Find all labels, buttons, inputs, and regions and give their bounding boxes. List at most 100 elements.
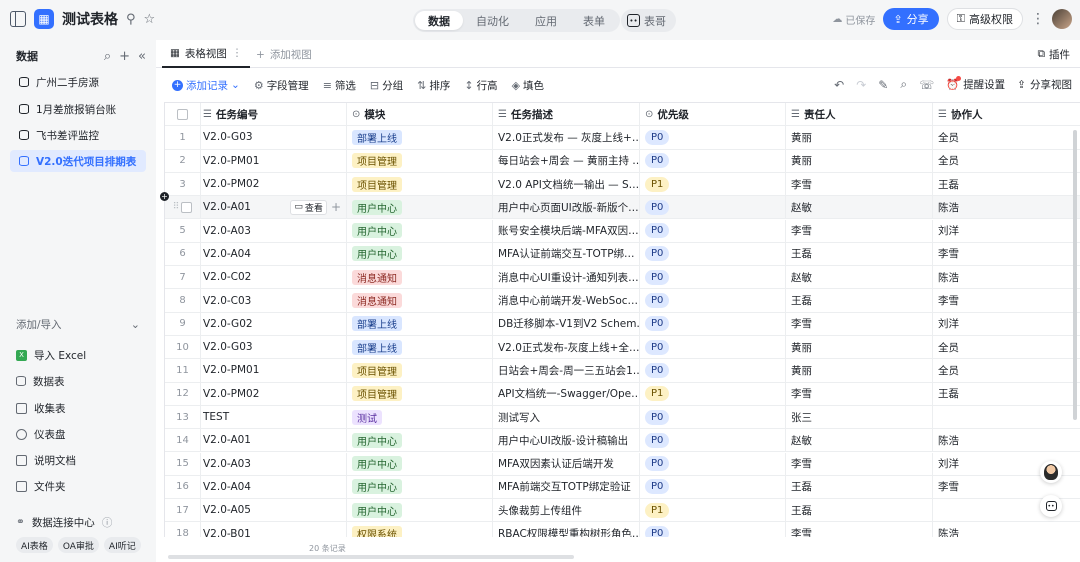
- table-row[interactable]: 11 V2.0-PM01 项目管理 日站会+周会-周一三五站会1… P0 黄丽 全员: [165, 359, 1080, 383]
- cell-collaborator[interactable]: 全员: [933, 359, 1080, 381]
- data-connector-button[interactable]: ⚭ 数据连接中心 ⓘ: [16, 512, 112, 532]
- cell-owner[interactable]: 赵敏: [786, 429, 933, 452]
- cell-collaborator[interactable]: 陈浩: [933, 429, 1080, 451]
- row-height-button[interactable]: ↕ 行高: [464, 78, 497, 93]
- row-checkbox[interactable]: [181, 201, 193, 213]
- table-row[interactable]: 3 V2.0-PM02 项目管理 V2.0 API文档统一输出 — S… P1 李雪 王磊: [165, 172, 1080, 197]
- share-view-button[interactable]: ⇪ 分享视图: [1017, 77, 1072, 92]
- horizontal-scrollbar[interactable]: [168, 555, 574, 559]
- cell-description[interactable]: MFA认证前端交互-TOTP绑…: [493, 242, 640, 266]
- table-row[interactable]: 17 V2.0-A05 用户中心 头像裁剪上传组件 P1 王磊: [165, 499, 1080, 523]
- cell-priority[interactable]: P0: [640, 452, 786, 475]
- cell-collaborator[interactable]: 陈浩: [933, 522, 1080, 537]
- fill-color-button[interactable]: ◈ 填色: [512, 78, 544, 93]
- cell-module[interactable]: 用户中心: [347, 242, 493, 266]
- cell-module[interactable]: 测试: [347, 405, 493, 429]
- cell-collaborator[interactable]: 全员: [933, 336, 1080, 358]
- add-record-button[interactable]: + 添加记录 ⌄: [172, 78, 240, 93]
- cell-module[interactable]: 用户中心: [347, 499, 493, 522]
- search-icon[interactable]: ⌕: [104, 49, 111, 64]
- plugin-button[interactable]: ⧉ 插件: [1038, 47, 1071, 62]
- cell-task-code[interactable]: V2.0-PM02: [201, 382, 347, 405]
- cell-description[interactable]: V2.0正式发布-灰度上线+全…: [493, 336, 640, 359]
- cell-task-code[interactable]: V2.0-A04: [201, 242, 347, 266]
- cell-description[interactable]: 消息中心UI重设计-通知列表…: [493, 266, 640, 289]
- cell-owner[interactable]: 李雪: [786, 219, 933, 242]
- reminder-button[interactable]: ⏰ 提醒设置: [946, 76, 1005, 92]
- row-select-cell[interactable]: ⠿: [165, 196, 201, 219]
- cell-priority[interactable]: P0: [640, 312, 786, 335]
- cell-description[interactable]: V2.0 API文档统一输出 — S…: [493, 172, 640, 196]
- cell-owner[interactable]: 李雪: [786, 452, 933, 475]
- field-manage-button[interactable]: ⚙ 字段管理: [254, 78, 309, 93]
- cell-priority[interactable]: P0: [640, 219, 786, 242]
- cell-priority[interactable]: P0: [640, 522, 786, 537]
- new-doc-button[interactable]: 说明文档: [16, 450, 76, 470]
- cell-module[interactable]: 部署上线: [347, 126, 493, 149]
- undo-icon[interactable]: ↶: [834, 78, 844, 92]
- cell-task-code[interactable]: V2.0-A03: [201, 452, 347, 475]
- table-row[interactable]: 2 V2.0-PM01 项目管理 每日站会+周会 — 黄丽主持 … P0 黄丽 全员: [165, 149, 1080, 173]
- cell-module[interactable]: 权限系统: [347, 522, 493, 537]
- sidebar-item-table[interactable]: 广州二手房源: [10, 71, 146, 93]
- cell-priority[interactable]: P0: [640, 126, 786, 149]
- cell-owner[interactable]: 王磊: [786, 289, 933, 312]
- cell-task-code[interactable]: V2.0-PM01: [201, 149, 347, 172]
- drag-handle-icon[interactable]: ⠿: [173, 202, 180, 212]
- header-module[interactable]: ⊙ 模块: [347, 103, 493, 126]
- cell-collaborator[interactable]: 陈浩: [933, 266, 1080, 288]
- select-all-checkbox[interactable]: [177, 108, 188, 120]
- table-row[interactable]: 13 TEST 测试 测试写入 P0 张三: [165, 405, 1080, 430]
- add-view-button[interactable]: + 添加视图: [256, 47, 312, 62]
- sidebar-item-table[interactable]: 1月差旅报销台账: [10, 98, 146, 120]
- cell-module[interactable]: 用户中心: [347, 475, 493, 499]
- table-row[interactable]: 7 V2.0-C02 消息通知 消息中心UI重设计-通知列表… P0 赵敏 陈浩: [165, 266, 1080, 290]
- header-priority[interactable]: ⊙ 优先级: [640, 103, 786, 126]
- import-excel-button[interactable]: X 导入 Excel: [16, 345, 86, 365]
- cell-collaborator[interactable]: 李雪: [933, 289, 1080, 311]
- cell-owner[interactable]: 李雪: [786, 522, 933, 537]
- cell-module[interactable]: 用户中心: [347, 452, 493, 475]
- new-table-button[interactable]: 数据表: [16, 371, 65, 391]
- cell-collaborator[interactable]: 陈浩: [933, 196, 1080, 218]
- cell-priority[interactable]: P1: [640, 382, 786, 405]
- ai-assistant-button[interactable]: •• 表哥: [621, 9, 676, 32]
- tab-apps[interactable]: 应用: [522, 11, 570, 30]
- view-more-icon[interactable]: ⋮: [232, 47, 243, 59]
- cell-priority[interactable]: P0: [640, 289, 786, 312]
- cell-module[interactable]: 消息通知: [347, 289, 493, 312]
- assistant-avatar-button[interactable]: [1040, 461, 1062, 483]
- cell-task-code[interactable]: V2.0-A03: [201, 219, 347, 242]
- new-folder-button[interactable]: 文件夹: [16, 476, 66, 496]
- cell-task-code[interactable]: V2.0-A01 ▭ 查看 +: [201, 196, 347, 219]
- collapse-icon[interactable]: «: [138, 49, 146, 64]
- cell-module[interactable]: 项目管理: [347, 172, 493, 196]
- cell-priority[interactable]: P1: [640, 499, 786, 522]
- cell-description[interactable]: 消息中心前端开发-WebSoc…: [493, 289, 640, 312]
- cell-description[interactable]: 账号安全模块后端-MFA双因…: [493, 219, 640, 242]
- expand-record-button[interactable]: ▭ 查看: [290, 199, 327, 215]
- cell-module[interactable]: 项目管理: [347, 359, 493, 382]
- sort-button[interactable]: ⇅ 排序: [417, 78, 450, 93]
- tag-oa[interactable]: OA审批: [57, 537, 99, 553]
- cell-collaborator[interactable]: 全员: [933, 126, 1080, 148]
- sidebar-item-table[interactable]: 飞书差评监控: [10, 124, 146, 146]
- redo-icon[interactable]: ↷: [856, 78, 866, 92]
- header-description[interactable]: ☰ 任务描述: [493, 103, 640, 126]
- add-icon[interactable]: +: [119, 49, 130, 64]
- cell-module[interactable]: 用户中心: [347, 429, 493, 452]
- search-icon[interactable]: ⌕: [900, 77, 907, 92]
- cell-priority[interactable]: P0: [640, 475, 786, 499]
- cell-description[interactable]: MFA双因素认证后端开发: [493, 452, 640, 475]
- cell-description[interactable]: V2.0正式发布 — 灰度上线+…: [493, 126, 640, 149]
- cell-collaborator[interactable]: 全员: [933, 150, 1080, 172]
- more-icon[interactable]: ⋮: [1031, 11, 1045, 27]
- vertical-scrollbar[interactable]: [1073, 130, 1077, 420]
- tag-ai-table[interactable]: AI表格: [16, 537, 53, 553]
- select-all-cell[interactable]: [165, 103, 201, 126]
- table-row[interactable]: 14 V2.0-A01 用户中心 用户中心UI改版-设计稿输出 P0 赵敏 陈浩: [165, 429, 1080, 453]
- cell-task-code[interactable]: V2.0-C02: [201, 266, 347, 289]
- table-row[interactable]: 16 V2.0-A04 用户中心 MFA前端交互TOTP绑定验证 P0 王磊 李雪: [165, 475, 1080, 500]
- pin-icon[interactable]: ⚲: [126, 12, 136, 27]
- cell-description[interactable]: 每日站会+周会 — 黄丽主持 …: [493, 149, 640, 172]
